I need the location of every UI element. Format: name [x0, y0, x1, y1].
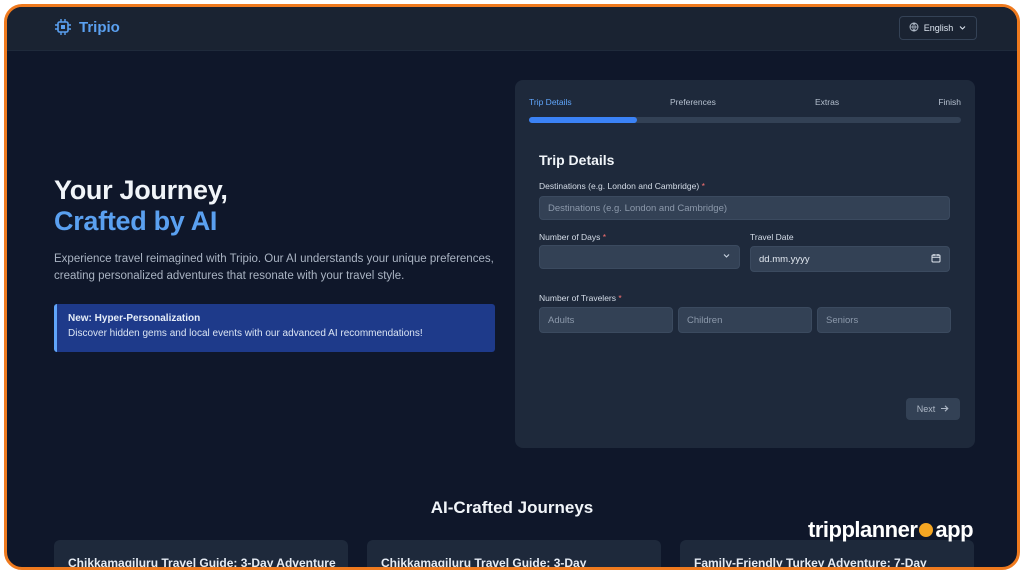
trip-wizard-card: Trip Details Preferences Extras Finish T… [515, 80, 975, 448]
banner-text: Discover hidden gems and local events wi… [68, 328, 423, 339]
destinations-label: Destinations (e.g. London and Cambridge)… [539, 181, 705, 191]
journey-card[interactable]: Family-Friendly Turkey Adventure: 7-Day [680, 540, 974, 570]
language-selector[interactable]: English [899, 16, 977, 40]
banner-title: New: Hyper-Personalization [68, 313, 201, 324]
adults-input[interactable] [548, 314, 672, 326]
wizard-steps: Trip Details Preferences Extras Finish [529, 97, 961, 109]
chip-icon [54, 18, 72, 36]
announcement-banner: New: Hyper-Personalization Discover hidd… [54, 304, 495, 352]
lightbulb-icon [919, 523, 934, 537]
journey-card-title: Chikkamagiluru Travel Guide: 3-Day [381, 556, 587, 570]
travelers-label: Number of Travelers * [539, 293, 622, 303]
journey-card[interactable]: Chikkamagiluru Travel Guide: 3-Day Adven… [54, 540, 348, 570]
date-input[interactable]: dd.mm.yyyy [750, 246, 950, 272]
children-input-wrapper [678, 307, 812, 333]
destinations-input-wrapper [539, 196, 950, 220]
required-mark: * [701, 181, 705, 191]
watermark-text-part1: tripplanner [808, 517, 918, 542]
app-name: Tripio [79, 18, 120, 36]
step-trip-details[interactable]: Trip Details [529, 97, 572, 107]
wizard-progress-bar [529, 117, 961, 123]
seniors-input-wrapper [817, 307, 951, 333]
step-extras[interactable]: Extras [815, 97, 839, 107]
journey-card-title: Family-Friendly Turkey Adventure: 7-Day [694, 556, 927, 570]
hero-title-line2: Crafted by AI [54, 206, 218, 236]
required-mark: * [618, 293, 622, 303]
journey-card-title: Chikkamagiluru Travel Guide: 3-Day Adven… [68, 556, 336, 570]
destinations-label-text: Destinations (e.g. London and Cambridge) [539, 181, 700, 191]
browser-frame: Tripio English Your Journey, Crafted by … [4, 4, 1020, 570]
arrow-right-icon [940, 404, 949, 415]
days-label: Number of Days * [539, 232, 606, 242]
date-value: dd.mm.yyyy [759, 253, 810, 265]
chevron-down-icon [722, 251, 731, 263]
date-label: Travel Date [750, 232, 794, 242]
form-title: Trip Details [539, 152, 615, 168]
chevron-down-icon [958, 23, 967, 34]
step-finish[interactable]: Finish [938, 97, 961, 107]
required-mark: * [602, 232, 607, 242]
step-preferences[interactable]: Preferences [670, 97, 716, 107]
journey-card[interactable]: Chikkamagiluru Travel Guide: 3-Day [367, 540, 661, 570]
destinations-input[interactable] [548, 202, 949, 214]
logo[interactable]: Tripio [54, 18, 120, 36]
seniors-input[interactable] [826, 314, 950, 326]
top-navbar: Tripio English [7, 7, 1017, 51]
hero-title-line1: Your Journey, [54, 175, 228, 205]
days-label-text: Number of Days [539, 232, 601, 242]
next-button[interactable]: Next [906, 398, 960, 420]
globe-icon [909, 22, 919, 34]
journeys-section-title: AI-Crafted Journeys [430, 498, 594, 517]
watermark-text-part2: app [935, 517, 974, 542]
adults-input-wrapper [539, 307, 673, 333]
language-label: English [923, 23, 954, 33]
wizard-progress-fill [529, 117, 637, 123]
hero-section: Your Journey, Crafted by AI Experience t… [54, 175, 504, 285]
children-input[interactable] [687, 314, 811, 326]
next-label: Next [916, 404, 936, 414]
watermark-logo: tripplanner app [808, 517, 974, 543]
days-select[interactable] [539, 245, 740, 269]
travelers-label-text: Number of Travelers [539, 293, 616, 303]
hero-description: Experience travel reimagined with Tripio… [54, 253, 494, 282]
hero-title: Your Journey, Crafted by AI [54, 175, 504, 237]
calendar-icon[interactable] [931, 253, 941, 266]
